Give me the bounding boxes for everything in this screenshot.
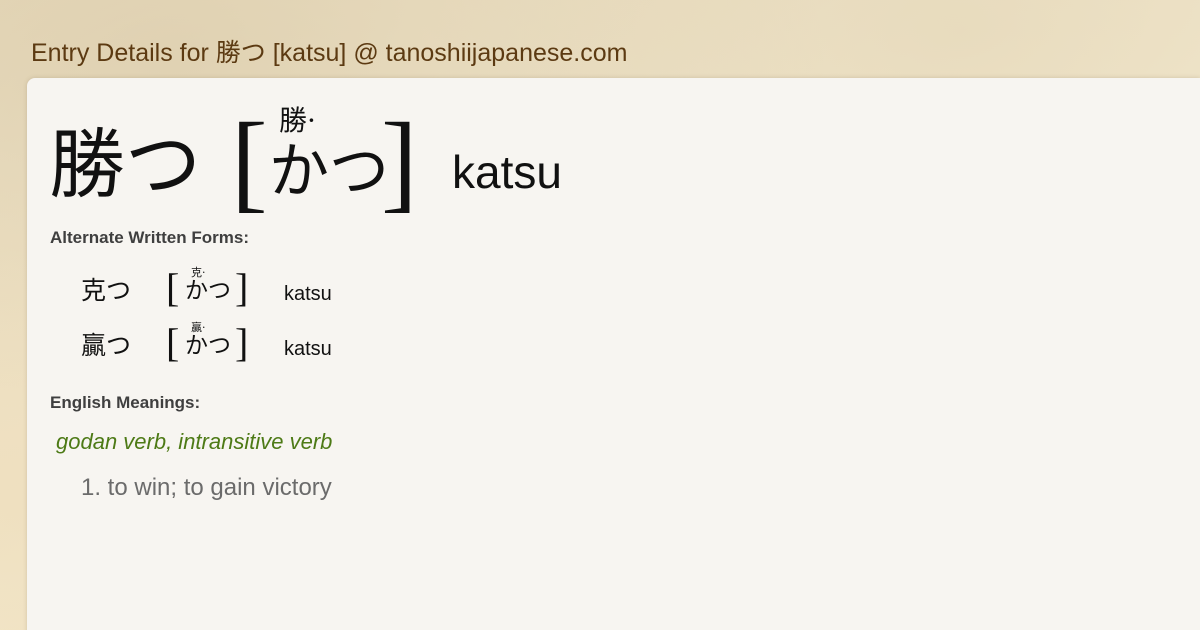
- entry-furigana: 勝·: [279, 104, 316, 137]
- entry-word: 勝つ: [49, 120, 201, 209]
- entry-romaji: katsu: [452, 146, 562, 198]
- alternate-form-romaji: katsu: [284, 338, 332, 360]
- reading-bracket-close: ]: [235, 320, 249, 365]
- meanings-heading: English Meanings:: [50, 393, 201, 412]
- meaning-item: 1. to win; to gain victory: [81, 474, 332, 501]
- alternate-form-row: 贏つ [ 贏· かつ ] katsu: [27, 315, 627, 371]
- alternate-forms-heading: Alternate Written Forms:: [50, 228, 249, 247]
- reading-bracket-close: ]: [381, 100, 418, 222]
- alternate-form-reading: かつ: [185, 278, 231, 304]
- reading-bracket-open: [: [166, 265, 180, 310]
- alternate-form-word: 贏つ: [81, 331, 132, 360]
- page-title: Entry Details for 勝つ [katsu] @ tanoshiij…: [31, 39, 628, 67]
- reading-bracket-open: [: [231, 100, 268, 222]
- alternate-form-word: 克つ: [81, 276, 132, 305]
- reading-bracket-open: [: [166, 320, 180, 365]
- part-of-speech: godan verb, intransitive verb: [56, 429, 333, 454]
- entry-panel: 勝つ [ 勝· かつ ] katsu Alternate Written For…: [27, 78, 1200, 630]
- alternate-form-reading: かつ: [185, 333, 231, 359]
- reading-bracket-close: ]: [235, 265, 249, 310]
- entry-reading: かつ: [269, 137, 389, 207]
- alternate-form-row: 克つ [ 克· かつ ] katsu: [27, 260, 627, 316]
- alternate-form-romaji: katsu: [284, 283, 332, 305]
